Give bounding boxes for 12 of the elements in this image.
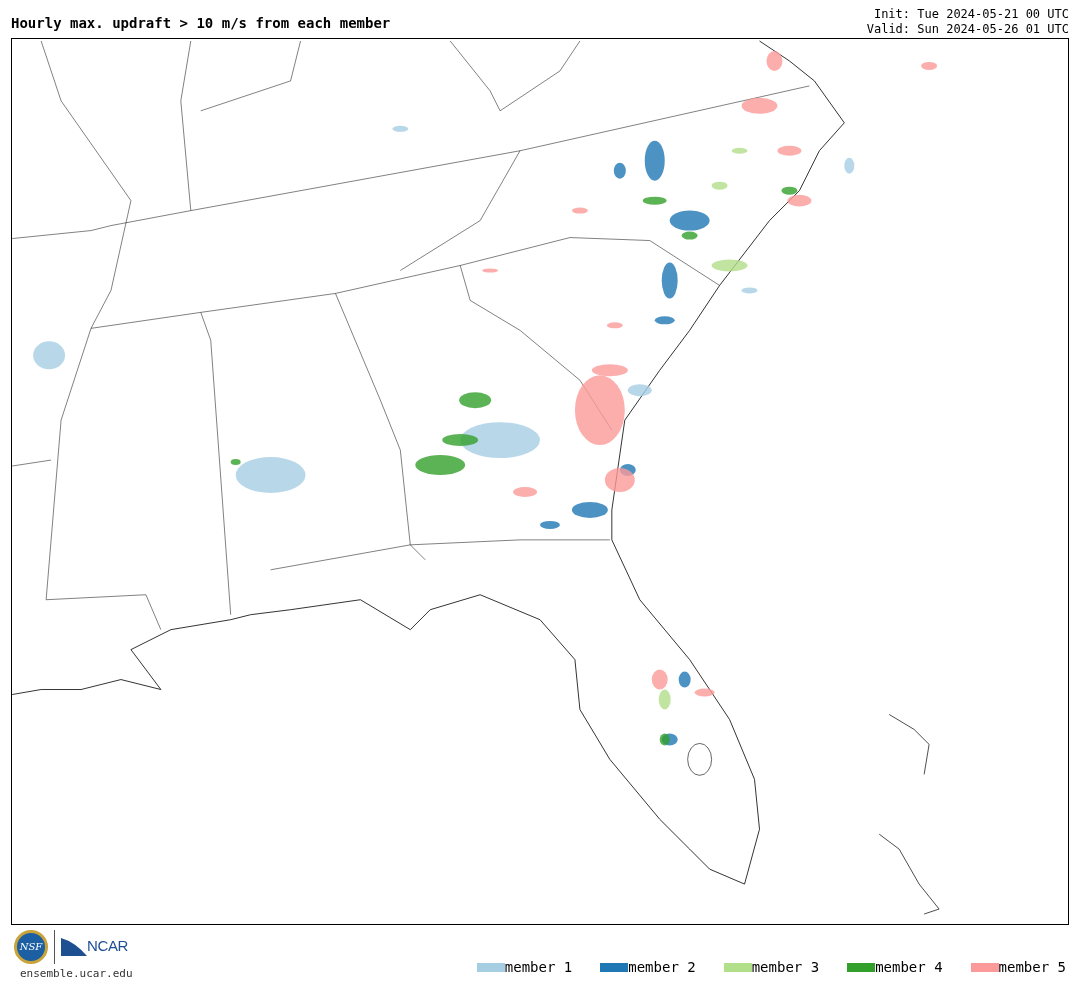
legend-label: member 4	[875, 958, 943, 977]
legend-label: member 3	[751, 958, 820, 977]
ncar-logo: NCAR	[87, 936, 128, 957]
legend-label: member 1	[504, 958, 573, 977]
ncar-swoosh-icon	[61, 937, 87, 956]
chart-title: Hourly max. updraft > 10 m/s from each member	[11, 14, 391, 33]
init-time: Init: Tue 2024-05-21 00 UTC	[873, 7, 1069, 22]
valid-time: Valid: Sun 2024-05-26 01 UTC	[866, 22, 1069, 37]
nsf-logo: NSF	[14, 929, 48, 964]
site-url: ensemble.ucar.edu	[19, 965, 133, 982]
legend-label: member 5	[998, 958, 1066, 977]
legend-label: member 2	[628, 958, 696, 977]
